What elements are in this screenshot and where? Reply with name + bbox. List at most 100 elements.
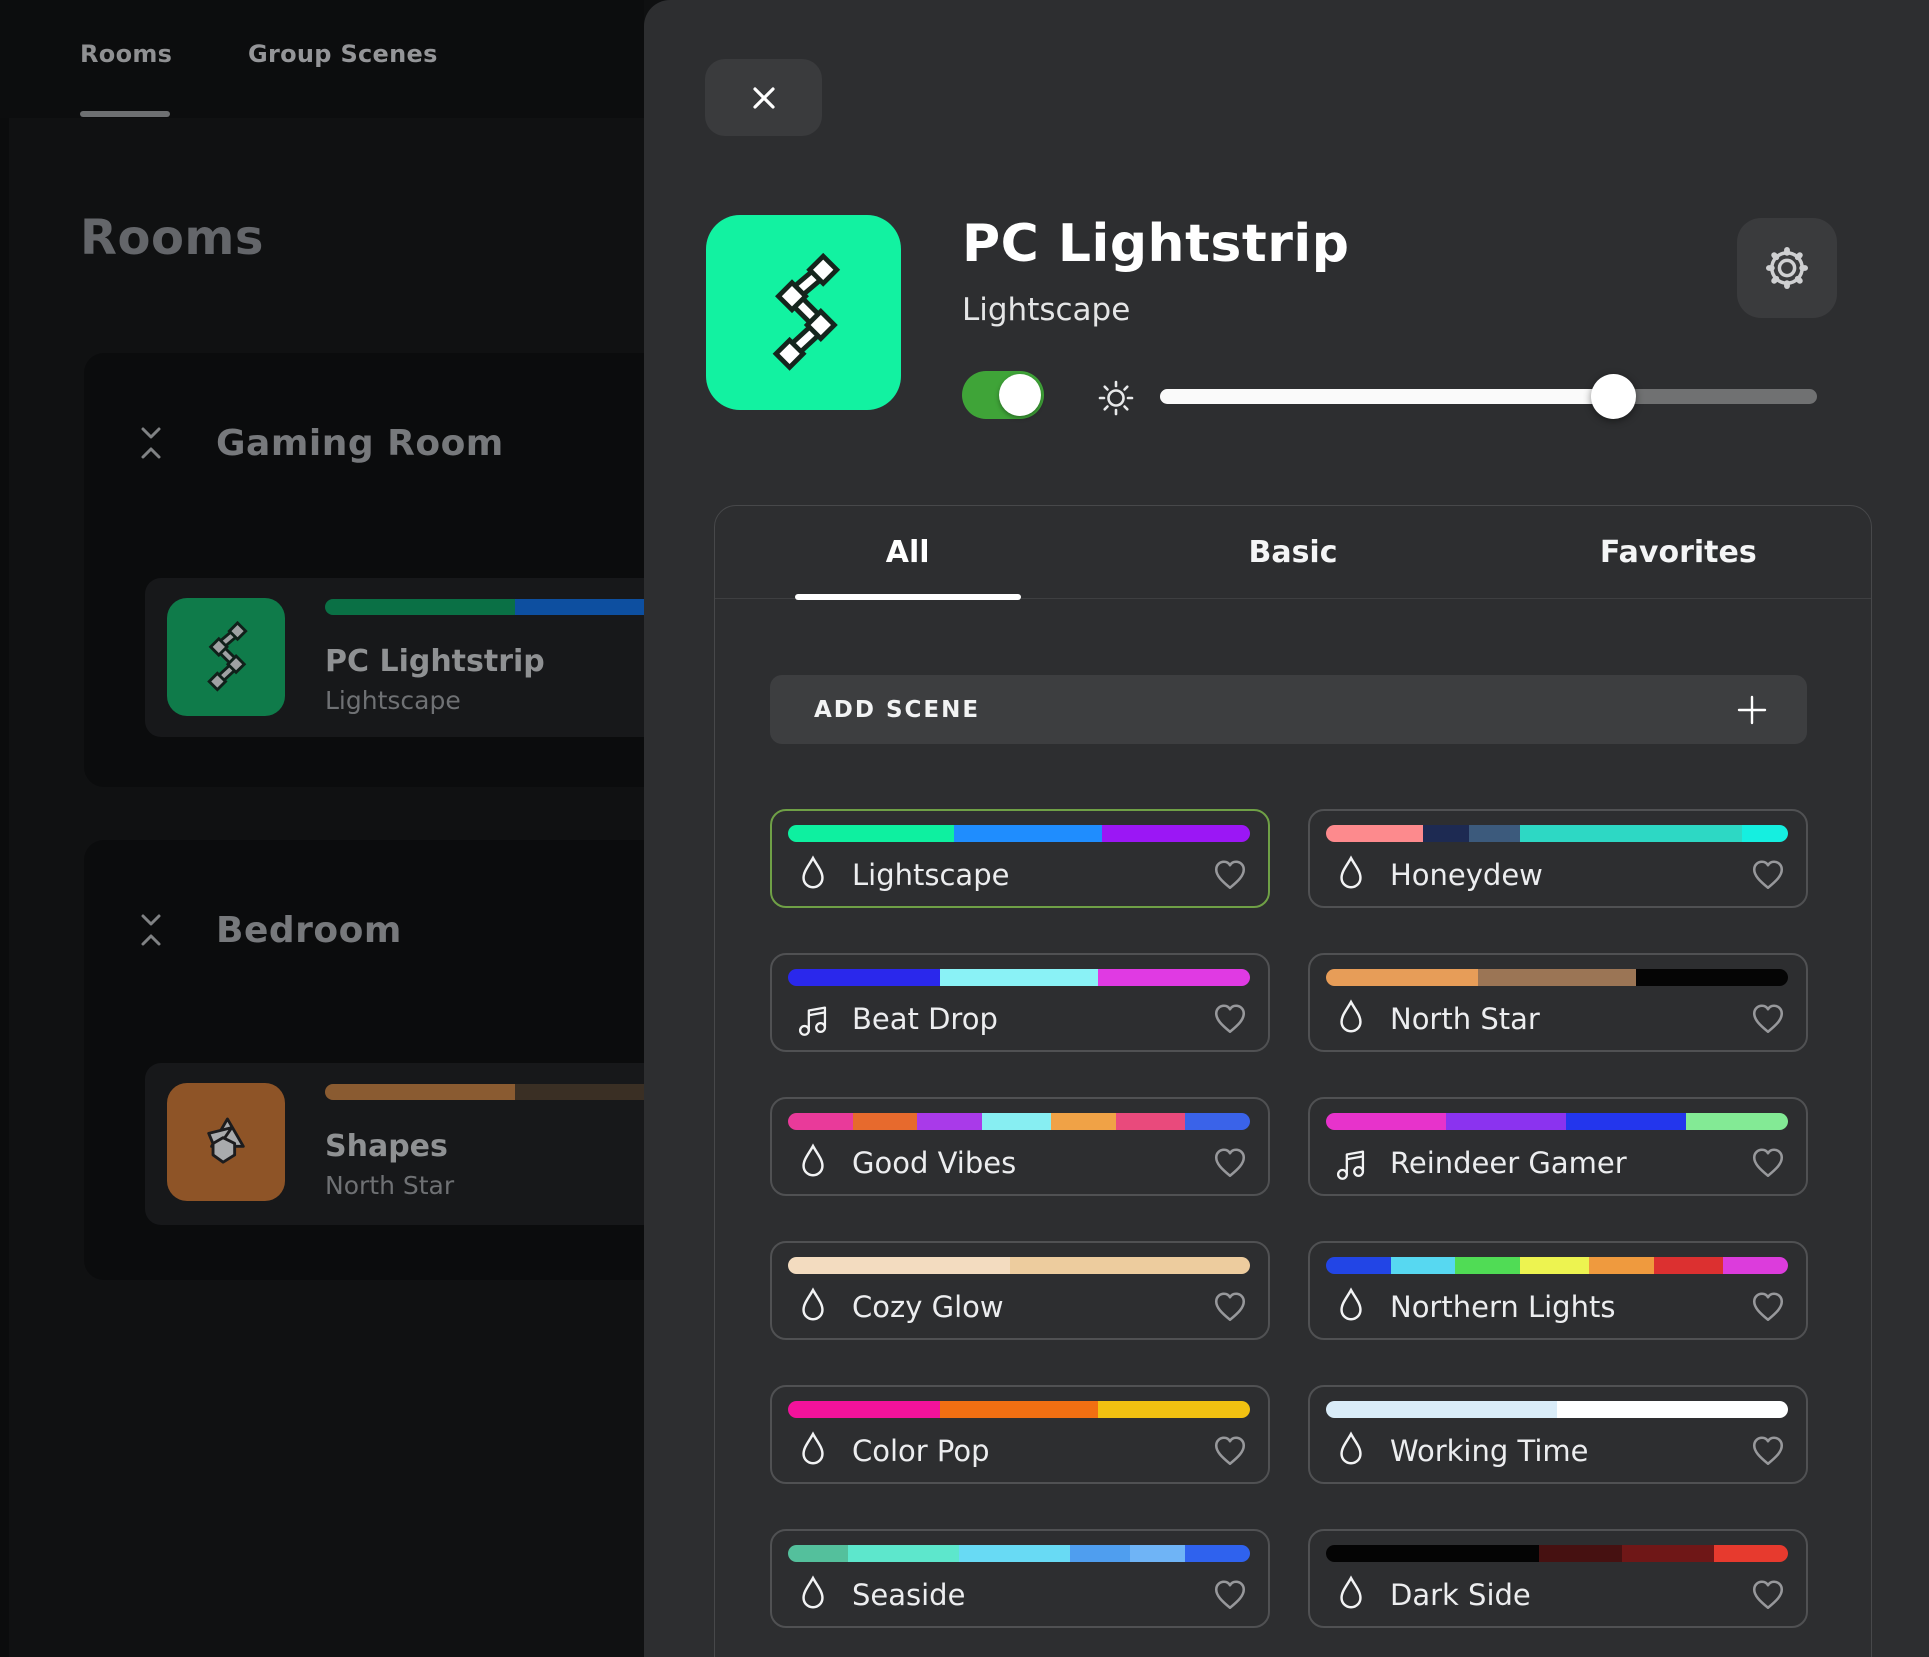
room-group-gaming-room: Gaming Room PC Lightstrip Lightscape	[84, 353, 644, 787]
scene-color-bar	[1326, 1545, 1788, 1562]
plus-icon	[1737, 695, 1767, 724]
scene-card[interactable]: Seaside	[770, 1529, 1270, 1628]
tab-all[interactable]: All	[715, 506, 1100, 598]
tab-rooms[interactable]: Rooms	[80, 40, 172, 68]
scene-color-bar	[1326, 1401, 1788, 1418]
scene-color-bar	[788, 1257, 1250, 1274]
heart-icon[interactable]	[1750, 1434, 1786, 1468]
add-scene-button[interactable]: ADD SCENE	[770, 675, 1807, 744]
active-tab-underline	[80, 111, 170, 117]
scene-name: Northern Lights	[1390, 1290, 1616, 1324]
scene-name: Beat Drop	[852, 1002, 998, 1036]
tab-basic[interactable]: Basic	[1100, 506, 1485, 598]
scene-color-bar	[1326, 825, 1788, 842]
settings-button[interactable]	[1737, 218, 1837, 318]
drop-icon	[794, 1574, 832, 1616]
heart-icon[interactable]	[1212, 1002, 1248, 1036]
scene-card[interactable]: Working Time	[1308, 1385, 1808, 1484]
device-title: PC Lightstrip	[962, 214, 1350, 274]
scene-card[interactable]: Color Pop	[770, 1385, 1270, 1484]
add-scene-label: ADD SCENE	[814, 696, 981, 723]
tab-favorites[interactable]: Favorites	[1486, 506, 1871, 598]
sidebar-edge	[0, 118, 9, 1657]
slider-fill	[1160, 389, 1614, 404]
drop-icon	[794, 1430, 832, 1472]
scene-color-bar	[1326, 1113, 1788, 1130]
scene-color-bar	[788, 1545, 1250, 1562]
device-scene-bar	[325, 1084, 644, 1100]
heart-icon[interactable]	[1750, 1290, 1786, 1324]
scene-card[interactable]: Beat Drop	[770, 953, 1270, 1052]
scene-name: Dark Side	[1390, 1578, 1531, 1612]
device-name: PC Lightstrip	[325, 644, 545, 679]
lightstrip-icon	[167, 598, 285, 716]
drop-icon	[794, 1286, 832, 1328]
scene-name: Reindeer Gamer	[1390, 1146, 1627, 1180]
scene-card[interactable]: Honeydew	[1308, 809, 1808, 908]
scene-card[interactable]: Dark Side	[1308, 1529, 1808, 1628]
music-note-icon	[794, 998, 832, 1040]
brightness-icon	[1098, 380, 1134, 416]
collapse-icon[interactable]	[136, 904, 166, 956]
drop-icon	[1332, 1286, 1370, 1328]
drop-icon	[1332, 854, 1370, 896]
music-note-icon	[1332, 1142, 1370, 1184]
heart-icon[interactable]	[1212, 1578, 1248, 1612]
scene-color-bar	[1326, 1257, 1788, 1274]
device-card-pc-lightstrip[interactable]: PC Lightstrip Lightscape	[145, 578, 644, 737]
shapes-icon	[167, 1083, 285, 1201]
scene-card[interactable]: Reindeer Gamer	[1308, 1097, 1808, 1196]
heart-icon[interactable]	[1212, 1434, 1248, 1468]
drop-icon	[794, 1142, 832, 1184]
heart-icon[interactable]	[1750, 1578, 1786, 1612]
sidebar-topbar: Rooms Group Scenes	[0, 0, 644, 118]
drop-icon	[794, 854, 832, 896]
drop-icon	[1332, 1430, 1370, 1472]
scene-color-bar	[788, 1113, 1250, 1130]
scene-color-bar	[788, 969, 1250, 986]
lightstrip-icon	[706, 215, 901, 410]
room-name: Gaming Room	[216, 422, 504, 464]
heart-icon[interactable]	[1212, 858, 1248, 892]
rooms-sidebar: Rooms Group Scenes Rooms Gaming Room PC …	[0, 0, 644, 1657]
device-name: Shapes	[325, 1129, 448, 1164]
scene-name: Cozy Glow	[852, 1290, 1004, 1324]
close-button[interactable]	[705, 59, 822, 136]
device-active-scene: North Star	[325, 1171, 455, 1200]
scene-card[interactable]: Good Vibes	[770, 1097, 1270, 1196]
heart-icon[interactable]	[1212, 1290, 1248, 1324]
collapse-icon[interactable]	[136, 417, 166, 469]
scene-card[interactable]: Lightscape	[770, 809, 1270, 908]
app-window: Rooms Group Scenes Rooms Gaming Room PC …	[0, 0, 1929, 1657]
room-name: Bedroom	[216, 909, 402, 951]
heart-icon[interactable]	[1750, 1146, 1786, 1180]
close-icon	[752, 86, 775, 109]
device-card-shapes[interactable]: Shapes North Star	[145, 1063, 644, 1225]
scenes-grid: Lightscape Honeydew Beat Drop North Star…	[770, 809, 1808, 1628]
scene-name: Seaside	[852, 1578, 966, 1612]
scene-color-bar	[788, 825, 1250, 842]
scene-card[interactable]: Northern Lights	[1308, 1241, 1808, 1340]
toggle-knob	[999, 374, 1041, 416]
active-tab-underline	[795, 594, 1021, 600]
gear-icon	[1766, 247, 1808, 289]
heart-icon[interactable]	[1212, 1146, 1248, 1180]
tab-group-scenes[interactable]: Group Scenes	[248, 40, 438, 68]
heart-icon[interactable]	[1750, 858, 1786, 892]
scene-name: North Star	[1390, 1002, 1540, 1036]
slider-handle[interactable]	[1591, 374, 1637, 419]
scene-card[interactable]: Cozy Glow	[770, 1241, 1270, 1340]
scene-card[interactable]: North Star	[1308, 953, 1808, 1052]
heart-icon[interactable]	[1750, 1002, 1786, 1036]
drop-icon	[1332, 998, 1370, 1040]
scene-name: Lightscape	[852, 858, 1010, 892]
power-toggle[interactable]	[962, 371, 1044, 419]
scenes-panel: All Basic Favorites ADD SCENE Lightscape…	[714, 505, 1872, 1657]
drop-icon	[1332, 1574, 1370, 1616]
scene-name: Working Time	[1390, 1434, 1589, 1468]
brightness-slider[interactable]	[1160, 374, 1817, 419]
scene-name: Color Pop	[852, 1434, 990, 1468]
device-active-scene: Lightscape	[325, 686, 461, 715]
device-active-scene: Lightscape	[962, 292, 1131, 328]
scene-color-bar	[788, 1401, 1250, 1418]
